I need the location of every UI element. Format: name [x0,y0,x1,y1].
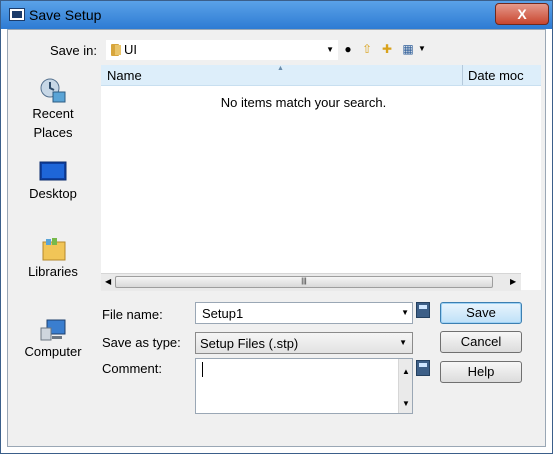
view-menu-icon[interactable]: ▦ [401,42,415,56]
folder-icon [111,44,121,56]
column-header-row: Name ▲ Date moc [101,65,541,86]
save-in-value: UI [124,42,137,57]
save-in-dropdown[interactable]: UI ▼ [106,40,338,60]
scroll-left-icon[interactable]: ◀ [105,277,111,286]
column-separator[interactable] [462,65,463,85]
file-name-value: Setup1 [202,306,244,321]
scroll-right-icon[interactable]: ▶ [510,277,516,286]
text-caret [202,362,203,377]
scroll-up-icon[interactable]: ▲ [402,367,410,376]
place-label: Recent Places [32,106,74,140]
save-in-label: Save in: [50,43,97,58]
place-label: Desktop [29,186,77,201]
places-bar: Recent Places Desktop Libraries Computer [8,66,98,446]
place-recent-places[interactable]: Recent Places [8,76,98,142]
dialog-client-area: Save in: UI ▼ ● ⇧ ✚ ▦ ▼ Recent Places De… [7,29,546,447]
close-button[interactable]: X [495,3,549,25]
chevron-down-icon[interactable]: ▼ [401,308,409,317]
place-desktop[interactable]: Desktop [8,158,98,201]
calculator-icon[interactable] [416,360,430,376]
app-icon [9,8,25,21]
desktop-icon [38,158,68,186]
view-menu-chevron-icon[interactable]: ▼ [415,42,429,56]
save-button[interactable]: Save [440,302,522,324]
save-as-type-value: Setup Files (.stp) [200,336,299,351]
empty-list-message: No items match your search. [220,95,387,110]
chevron-down-icon[interactable]: ▼ [399,338,407,347]
comment-field[interactable]: ▲ ▼ [195,358,413,414]
window-title: Save Setup [29,7,102,23]
back-icon[interactable]: ● [341,42,355,56]
column-header-name[interactable]: Name [107,68,142,83]
scrollbar-thumb[interactable]: ||| [115,276,493,288]
up-folder-icon[interactable]: ⇧ [360,42,374,56]
place-label: Computer [24,344,82,359]
comment-scrollbar[interactable]: ▲ ▼ [398,359,412,413]
place-label: Libraries [28,264,78,279]
column-header-date-modified[interactable]: Date moc [468,68,524,83]
cancel-button[interactable]: Cancel [440,331,522,353]
place-libraries[interactable]: Libraries [8,236,98,279]
title-bar[interactable]: Save Setup X [1,1,552,29]
comment-label: Comment: [102,361,162,376]
new-folder-icon[interactable]: ✚ [380,42,394,56]
horizontal-scrollbar[interactable]: ◀ ||| ▶ [101,273,521,291]
calculator-icon[interactable] [416,302,430,318]
file-name-label: File name: [102,307,163,322]
save-as-type-dropdown[interactable]: Setup Files (.stp) ▼ [195,332,413,354]
save-as-type-label: Save as type: [102,335,181,350]
computer-icon [38,316,68,344]
save-setup-dialog: Save Setup X Save in: UI ▼ ● ⇧ ✚ ▦ ▼ Rec… [0,0,553,454]
file-list[interactable]: Name ▲ Date moc No items match your sear… [101,65,541,291]
sort-ascending-icon: ▲ [277,65,284,72]
recent-places-icon [38,76,68,104]
chevron-down-icon[interactable]: ▼ [326,45,334,54]
file-name-field[interactable]: Setup1 ▼ [195,302,413,324]
scroll-down-icon[interactable]: ▼ [402,399,410,408]
place-computer[interactable]: Computer [8,316,98,359]
libraries-icon [38,236,68,264]
help-button[interactable]: Help [440,361,522,383]
